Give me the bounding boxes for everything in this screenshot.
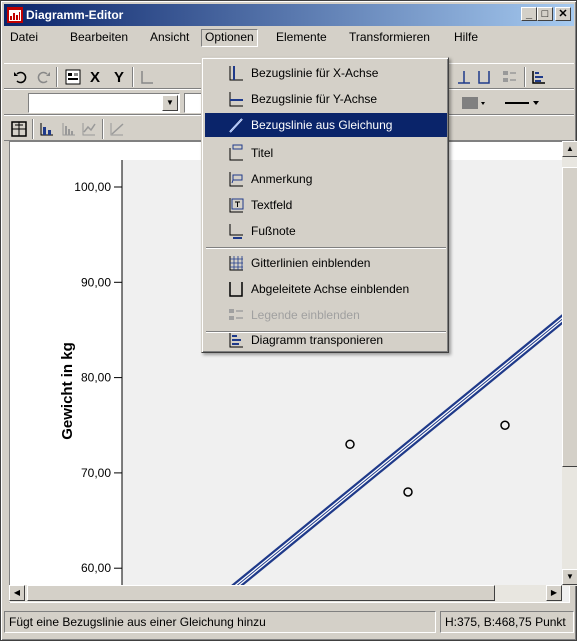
menu-item-label: Bezugslinie für Y-Achse (251, 92, 378, 106)
menu-item-label: Titel (251, 146, 274, 160)
menu-bearbeiten[interactable]: Bearbeiten (66, 29, 132, 47)
toolbar-separator (102, 119, 104, 139)
scroll-left-icon[interactable]: ◀ (9, 585, 25, 601)
menu-item-gridlines[interactable]: Gitterlinien einblenden (205, 251, 447, 275)
menu-optionen[interactable]: Optionen (201, 29, 258, 47)
minimize-button[interactable]: _ (521, 7, 537, 21)
chart-icon[interactable] (10, 120, 28, 138)
menu-item-label: Gitterlinien einblenden (251, 256, 371, 270)
menu-elemente[interactable]: Elemente (272, 29, 331, 47)
chart-app-icon (7, 7, 23, 23)
select-x-axis-button[interactable]: X (86, 68, 104, 86)
toolbar-separator (524, 67, 526, 87)
gridlines-icon (227, 254, 245, 272)
y-tick-label: 100,00 (74, 180, 111, 194)
x-axis-refline-icon (227, 64, 245, 82)
y-tick-label: 60,00 (81, 561, 111, 575)
redo-icon[interactable] (34, 68, 52, 86)
bar-chart-icon[interactable] (38, 120, 56, 138)
menu-item-refline-y[interactable]: Bezugslinie für Y-Achse (205, 87, 447, 111)
scroll-up-icon[interactable]: ▲ (562, 141, 577, 157)
fill-color-button[interactable] (461, 94, 487, 112)
menu-item-label: Bezugslinie für X-Achse (251, 66, 379, 80)
y-axis-refline-icon (227, 90, 245, 108)
hscroll-thumb[interactable] (27, 585, 495, 601)
y-tick-label: 90,00 (81, 275, 111, 289)
status-message: Fügt eine Bezugslinie aus einer Gleichun… (4, 611, 436, 633)
status-dimensions: H:375, B:468,75 Punkt (440, 611, 574, 633)
line-style-button[interactable] (503, 94, 541, 112)
menu-item-label: Bezugslinie aus Gleichung (251, 118, 393, 132)
legend-icon (227, 306, 245, 324)
menu-item-label: Fußnote (251, 224, 296, 238)
horizontal-scrollbar[interactable]: ◀ ▶ (9, 585, 562, 602)
properties-icon[interactable] (64, 68, 82, 86)
menu-item-title[interactable]: Titel (205, 141, 447, 165)
select-y-axis-button[interactable]: Y (110, 68, 128, 86)
menu-ansicht[interactable]: Ansicht (146, 29, 193, 47)
menu-datei[interactable]: Datei (6, 29, 42, 47)
menu-item-label: Abgeleitete Achse einblenden (251, 282, 410, 296)
menu-item-refline-x[interactable]: Bezugslinie für X-Achse (205, 61, 447, 85)
menu-item-label: Textfeld (251, 198, 293, 212)
chevron-down-icon[interactable]: ▼ (162, 95, 178, 111)
y-tick-label: 80,00 (81, 371, 111, 385)
y-tick-label: 70,00 (81, 466, 111, 480)
menu-item-label: Diagramm transponieren (251, 333, 384, 347)
optionen-dropdown: Bezugslinie für X-Achse Bezugslinie für … (201, 57, 449, 353)
menu-item-label: Legende einblenden (251, 308, 360, 322)
menu-item-refline-equation[interactable]: Bezugslinie aus Gleichung (205, 113, 447, 137)
menu-item-legend[interactable]: Legende einblenden (205, 303, 447, 327)
transpose-icon (227, 331, 245, 349)
window-title: Diagramm-Editor (26, 8, 124, 22)
textbox-icon (227, 196, 245, 214)
scroll-thumb[interactable] (562, 167, 577, 467)
derived-axis-icon[interactable] (475, 68, 493, 86)
menu-item-label: Anmerkung (251, 172, 313, 186)
menu-item-textbox[interactable]: Textfeld (205, 193, 447, 217)
toolbar-separator (32, 119, 34, 139)
status-bar: Fügt eine Bezugslinie aus einer Gleichun… (4, 611, 574, 635)
toolbar-separator (56, 67, 58, 87)
font-select[interactable]: ▼ (28, 93, 180, 113)
vertical-scrollbar[interactable]: ▲ ▼ (562, 141, 577, 586)
menu-transformieren[interactable]: Transformieren (345, 29, 434, 47)
annotation-icon (227, 170, 245, 188)
scroll-down-icon[interactable]: ▼ (562, 569, 577, 585)
menu-item-annotation[interactable]: Anmerkung (205, 167, 447, 191)
title-bar[interactable]: Diagramm-Editor _ □ ✕ (4, 4, 574, 26)
maximize-button[interactable]: □ (537, 7, 553, 21)
derived-axis-icon (227, 280, 245, 298)
menu-bar: Datei Bearbeiten Ansicht Optionen Elemen… (4, 27, 574, 47)
transpose-icon[interactable] (530, 68, 548, 86)
line-chart-icon[interactable] (80, 120, 98, 138)
menu-hilfe[interactable]: Hilfe (450, 29, 482, 47)
undo-icon[interactable] (12, 68, 30, 86)
menu-item-derived-axis[interactable]: Abgeleitete Achse einblenden (205, 277, 447, 301)
footnote-icon (227, 222, 245, 240)
menu-item-transpose[interactable]: Diagramm transponieren (205, 328, 447, 352)
menu-item-footnote[interactable]: Fußnote (205, 219, 447, 243)
chart-editor-window: Diagramm-Editor _ □ ✕ Datei Bearbeiten A… (0, 0, 577, 641)
title-icon (227, 144, 245, 162)
equation-refline-icon (227, 116, 245, 134)
scroll-right-icon[interactable]: ▶ (546, 585, 562, 601)
scale-icon[interactable] (138, 68, 156, 86)
fit-line-icon[interactable] (108, 120, 126, 138)
toolbar-separator (132, 67, 134, 87)
legend-icon[interactable] (501, 68, 519, 86)
histogram-icon[interactable] (60, 120, 78, 138)
menu-separator (206, 247, 446, 249)
refline-x-icon[interactable] (455, 68, 473, 86)
y-axis-title: Gewicht in kg (59, 342, 76, 440)
close-button[interactable]: ✕ (555, 7, 571, 21)
